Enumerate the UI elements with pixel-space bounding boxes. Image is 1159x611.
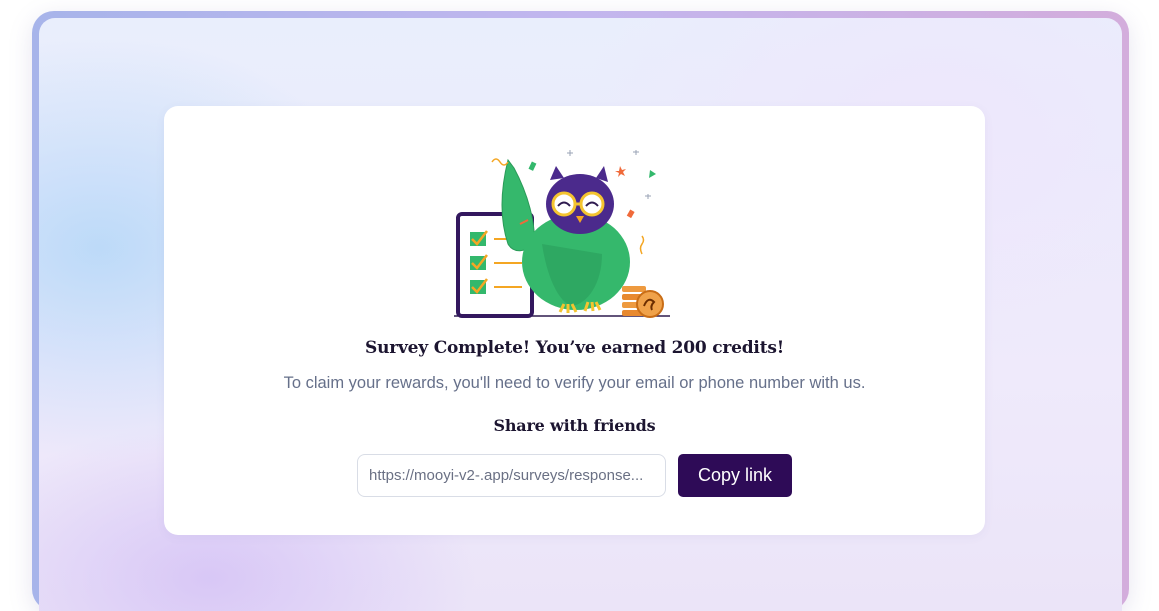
coins-icon (622, 286, 664, 318)
owl-celebration-illustration (454, 150, 670, 318)
share-link-input[interactable] (357, 454, 666, 497)
share-heading: Share with friends (493, 416, 656, 435)
copy-link-button[interactable]: Copy link (678, 454, 792, 497)
survey-complete-title: Survey Complete! You’ve earned 200 credi… (365, 338, 784, 358)
survey-complete-card: Survey Complete! You’ve earned 200 credi… (164, 106, 985, 535)
verify-instructions-text: To claim your rewards, you'll need to ve… (283, 374, 866, 392)
owl-head (546, 166, 614, 234)
